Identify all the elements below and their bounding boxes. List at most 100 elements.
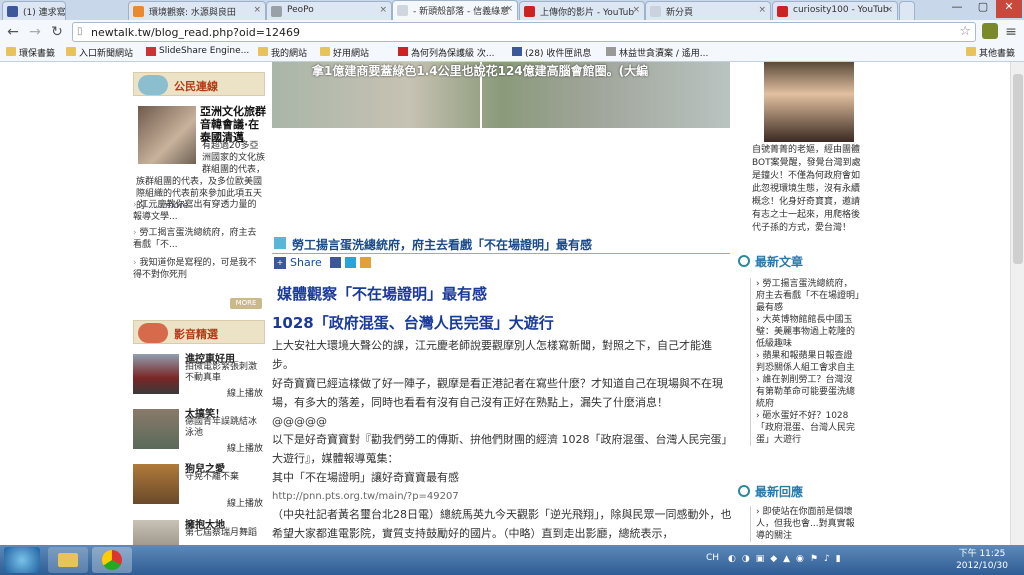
close-icon[interactable]: × [379,5,387,15]
feature-photo[interactable] [138,106,196,164]
tab-4-active[interactable]: - 新頭殼部落 - 信義綠意 × [392,0,518,20]
bookmark-link[interactable]: 為何列為保護級 次... [398,46,494,59]
paragraph: 好奇寶寶已經這樣做了好一陣子，觀摩是看正港記者在寫些什麼？才知道自己在現場與不在… [272,377,723,409]
star-icon[interactable]: ☆ [959,24,971,39]
share-icon[interactable]: + [274,257,286,269]
list-item[interactable]: › 大英博物館館長中國玉璧：美麗事物過上乾隆的低級趣味 [756,314,860,350]
bookmark-folder[interactable]: 入口新聞網站 [66,46,133,59]
list-item[interactable]: › 勞工揚言蛋洗總統府，府主去看戲「不在場證明」最有感 [756,278,860,314]
video-item[interactable]: 太搞笑！ 德國青年誤跳結冰泳池 線上播放 [133,405,265,455]
list-item[interactable]: › 我知道你是寫程的，可是我不得不對你死刑 [133,257,265,287]
web-page: 公民連線 亞洲文化旅群音韓會議·在泰國清邁 有超過20多亞洲國家的文化族群組團的… [0,62,1010,545]
tab-7[interactable]: curiosity100 - YouTub × [772,1,898,20]
close-icon[interactable]: × [505,4,513,14]
plurk-icon[interactable] [360,257,371,268]
tab-6[interactable]: 新分頁 × [645,1,771,20]
video-item[interactable]: 擁抱大地 第七屆蔡瑞月舞蹈 [133,516,265,545]
citizen-emblem-icon [138,75,168,95]
language-indicator[interactable]: CH [706,553,719,563]
close-icon[interactable]: × [885,5,893,15]
close-icon[interactable]: × [758,5,766,15]
source-link[interactable]: http://pnn.pts.org.tw/main/?p=49207 [272,487,732,506]
more-button[interactable]: MORE [230,298,262,309]
paragraph: 上大安社大環境大聲公的課，江元慶老師說要觀摩別人怎樣寫新聞，對照之下，自己才能進… [272,339,712,371]
bookmark-folder[interactable]: 其他書籤 [966,46,1015,59]
twitter-icon[interactable] [345,257,356,268]
citizen-list: › 江元慶教你寫出有穿透力量的報導文學... › 勞工揭言蛋洗總統府，府主去看戲… [133,199,265,287]
feature-desc: 有超過20多亞洲國家的文化族群組團的代表，及多位歐美國際組織的代表前來參加此項五… [202,141,266,175]
close-icon[interactable]: × [253,5,261,15]
citizen-link-header: 公民連線 [133,72,265,96]
bookmark-folder[interactable]: 好用網站 [320,46,369,59]
tv-icon [138,323,168,343]
extension-icon[interactable] [982,23,998,39]
play-link[interactable]: 線上播放 [227,386,263,399]
page-icon [650,6,661,17]
folder-icon [66,47,76,56]
close-icon[interactable]: × [632,5,640,15]
windows-taskbar: CH ◐◑▣◆▲◉⚑♪▮ 下午 11:25 2012/10/30 [0,545,1024,575]
chrome-icon[interactable] [92,547,132,573]
page-icon [271,6,282,17]
share-link[interactable]: Share [290,256,322,269]
list-item[interactable]: › 勞工揭言蛋洗總統府，府主去看戲「不... [133,227,265,257]
circle-icon [738,485,750,497]
new-tab-button[interactable] [899,1,915,20]
vertical-scrollbar[interactable] [1010,62,1024,545]
video-header: 影音精選 [133,320,265,344]
facebook-icon[interactable] [330,257,341,268]
paragraph: @@@@@ [272,415,327,428]
video-thumbnail[interactable] [133,354,179,394]
clock[interactable]: 下午 11:25 2012/10/30 [952,548,1012,572]
folder-icon [258,47,268,56]
tab-5[interactable]: 上傳你的影片 - YouTub × [519,1,645,20]
reload-icon[interactable]: ↻ [48,23,66,41]
tab-strip: (1) 連求寫 環境觀察: 水源與良田 × PeoPo × - 新頭殼部落 - 信義… [0,0,1024,20]
bookmark-folder[interactable]: 我的網站 [258,46,307,59]
play-link[interactable]: 線上播放 [227,496,263,509]
banner-image: 拿1億建商要蓋綠色1.4公里也說花124億建高腦會館圈。(大編 [272,62,730,128]
tab-3[interactable]: PeoPo × [266,1,392,20]
list-item[interactable]: › 即使站在你面前是個壞人，但我也會...對真實報導的關注 [756,506,860,542]
forward-arrow-icon[interactable]: → [26,23,44,41]
tab-2[interactable]: 環境觀察: 水源與良田 × [128,1,266,20]
feature-title[interactable]: 亞洲文化旅群音韓會議·在泰國清邁 [200,105,266,144]
list-item[interactable]: › 江元慶教你寫出有穿透力量的報導文學... [133,199,265,227]
bookmark-link[interactable]: SlideShare Engine... [146,46,249,56]
tray-icons[interactable]: ◐◑▣◆▲◉⚑♪▮ [728,554,938,566]
scroll-thumb[interactable] [1013,74,1023,264]
author-photo [764,62,854,142]
bookmark-folder[interactable]: 環保書籤 [6,46,55,59]
url-text[interactable]: newtalk.tw/blog_read.php?oid=12469 [91,26,300,39]
list-item[interactable]: › 誰在剝削勞工？台灣沒有第勒革命可能要蛋洗總統府 [756,374,860,410]
address-bar[interactable]: ▯ newtalk.tw/blog_read.php?oid=12469 ☆ [72,22,976,42]
video-thumbnail[interactable] [133,409,179,449]
reply-list: › 即使站在你面前是個壞人，但我也會...對真實報導的關注 [750,506,860,542]
close-window-button[interactable]: ✕ [996,0,1022,18]
play-link[interactable]: 線上播放 [227,441,263,454]
bookmark-link[interactable]: 林益世貪瀆案 / 遙用... [606,46,708,59]
back-arrow-icon[interactable]: ← [4,23,22,41]
video-item[interactable]: 進控車好用 拍微電影緊張刺激不動真車 線上播放 [133,350,265,400]
video-thumbnail[interactable] [133,464,179,504]
video-thumbnail[interactable] [133,520,179,545]
tab-1[interactable]: (1) 連求寫 [2,1,66,20]
maximize-button[interactable]: ▢ [970,0,996,18]
bookmark-link[interactable]: (28) 收件匣訊息 [512,46,591,59]
paragraph: 以下是好奇寶寶對『勸我們勞工的傳斯、拚他們財團的經濟 1028「政府混蛋、台灣人… [272,433,727,465]
paragraph: （中央社記者黃名璽台北28日電）總統馬英九今天觀影「逆光飛翔」，除與民眾一同感動… [272,508,732,540]
start-button[interactable] [4,547,40,573]
banner-caption: 拿1億建商要蓋綠色1.4公里也說花124億建高腦會館圈。(大編 [312,64,649,78]
youtube-icon [398,47,408,56]
wrench-icon[interactable]: ≡ [1002,23,1020,41]
latest-list: › 勞工揚言蛋洗總統府，府主去看戲「不在場證明」最有感 › 大英博物館館長中國玉… [750,278,860,446]
article-title-2: 1028「政府混蛋、台灣人民完蛋」大遊行 [272,314,554,332]
minimize-button[interactable]: — [944,0,970,18]
grid-icon [274,237,286,249]
video-item[interactable]: 狗兒之愛 守晃不離不棄 線上播放 [133,460,265,510]
list-item[interactable]: › 砸水蛋好不好？1028「政府混蛋、台灣人民完蛋」大遊行 [756,410,860,446]
explorer-icon[interactable] [48,547,88,573]
reply-header: 最新回應 [738,482,856,500]
list-item[interactable]: › 蘋果和報蘋果日報查證判恐關係人組工會求自主 [756,350,860,374]
youtube-icon [524,6,535,17]
